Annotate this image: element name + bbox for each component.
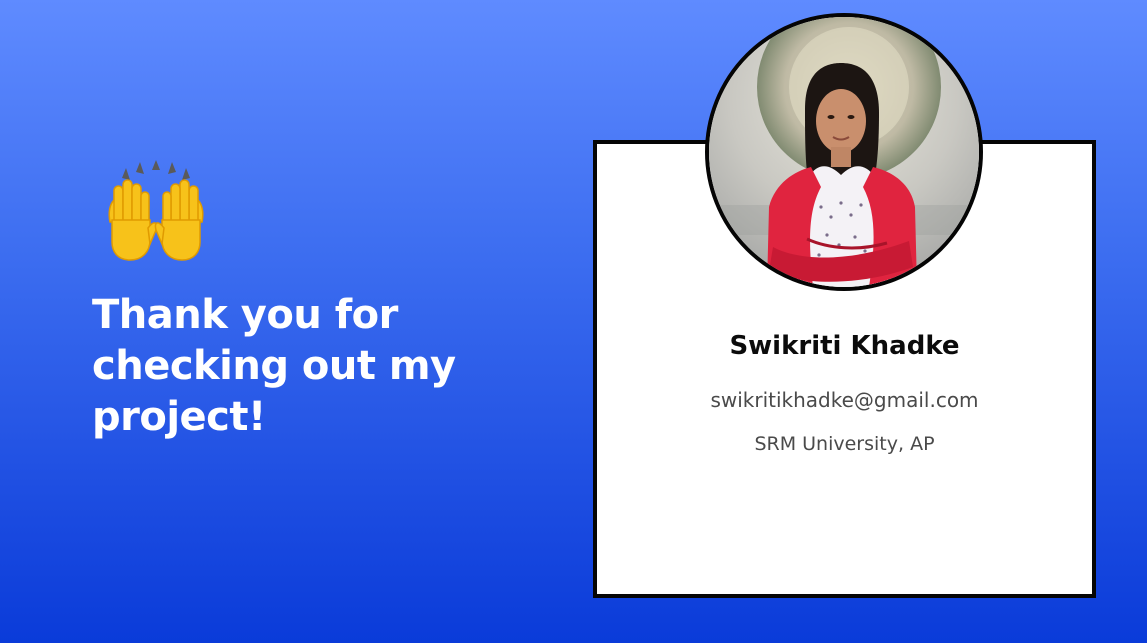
- profile-institution: SRM University, AP: [754, 433, 935, 455]
- profile-email[interactable]: swikritikhadke@gmail.com: [593, 385, 1096, 415]
- profile-photo: [705, 13, 983, 291]
- thank-you-heading: Thank you for checking out my project!: [92, 292, 456, 440]
- raising-hands-icon: [100, 160, 212, 264]
- profile-name: Swikriti Khadke: [729, 331, 960, 361]
